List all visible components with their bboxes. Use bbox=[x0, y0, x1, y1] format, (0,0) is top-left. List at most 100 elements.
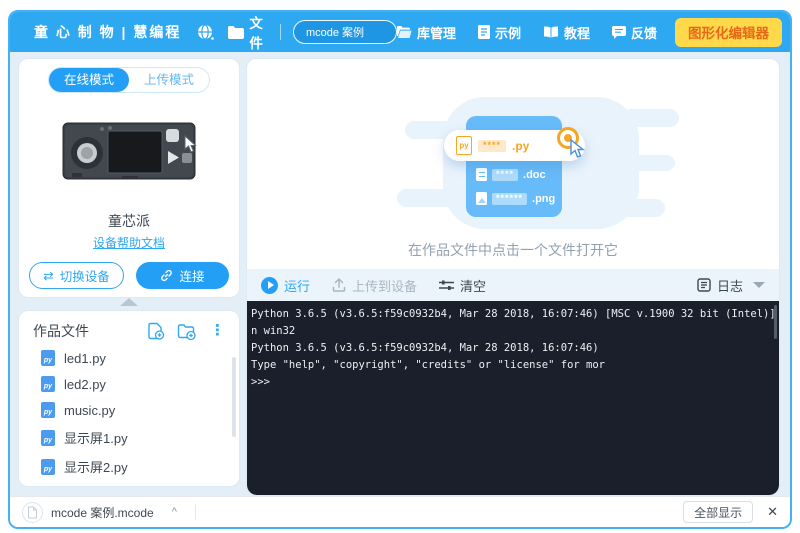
python-file-icon: py bbox=[41, 350, 55, 366]
empty-state-hint: 在作品文件中点击一个文件打开它 bbox=[247, 240, 779, 260]
book-icon bbox=[543, 26, 559, 39]
doc-label: .doc bbox=[523, 169, 546, 181]
console-collapse-caret-icon[interactable] bbox=[753, 282, 765, 288]
console-line: Python 3.6.5 (v3.6.5:f59c0932b4, Mar 28 … bbox=[251, 340, 779, 357]
tab-online-mode[interactable]: 在线模式 bbox=[49, 68, 129, 92]
open-file-name: mcode 案例.mcode bbox=[51, 504, 154, 521]
python-file-icon: py bbox=[41, 402, 55, 418]
open-file-chip[interactable]: mcode 案例.mcode bbox=[22, 502, 154, 523]
nav-tutorials[interactable]: 教程 bbox=[543, 23, 590, 42]
illustration-cursor-icon bbox=[569, 139, 585, 164]
files-scrollbar[interactable] bbox=[232, 357, 236, 437]
link-icon bbox=[160, 269, 173, 282]
console-toolbar: 运行 上传到设备 清空 日志 bbox=[247, 269, 779, 301]
nav-feedback-label: 反馈 bbox=[631, 23, 657, 42]
clear-icon bbox=[439, 279, 454, 291]
project-files-header: 作品文件 ⋮ bbox=[19, 311, 239, 345]
file-row[interactable]: py 显示屏1.py bbox=[19, 423, 239, 452]
clear-button[interactable]: 清空 bbox=[439, 276, 486, 295]
log-icon bbox=[697, 278, 711, 292]
nav-feedback[interactable]: 反馈 bbox=[612, 23, 657, 42]
cloud-blob bbox=[623, 109, 679, 127]
py-label: .py bbox=[512, 139, 529, 153]
tab-upload-mode[interactable]: 上传模式 bbox=[129, 68, 209, 92]
library-icon bbox=[397, 26, 412, 38]
py-badge: py bbox=[44, 407, 52, 418]
illustration-doc-row: **** .doc bbox=[476, 168, 546, 181]
cloud-blob bbox=[607, 199, 665, 217]
nav-library-label: 库管理 bbox=[417, 23, 456, 42]
python-file-icon: py bbox=[41, 459, 55, 475]
file-row[interactable]: py led1.py bbox=[19, 345, 239, 371]
console-line: n win32 bbox=[251, 323, 779, 340]
show-all-button[interactable]: 全部显示 bbox=[683, 501, 753, 523]
editor-panel: **** .doc ****** .png py **** .py 在作品文件中… bbox=[246, 58, 780, 496]
connect-button[interactable]: 连接 bbox=[136, 262, 229, 289]
examples-icon bbox=[478, 25, 490, 39]
file-row[interactable]: py 贪食蛇.py bbox=[19, 481, 239, 487]
panel-collapse-caret[interactable] bbox=[120, 298, 138, 306]
connect-label: 连接 bbox=[179, 266, 204, 285]
mode-tabs: 在线模式 上传模式 bbox=[48, 67, 210, 93]
upload-icon bbox=[332, 278, 346, 292]
files-menu-kebab-icon[interactable]: ⋮ bbox=[208, 324, 227, 338]
file-name: led2.py bbox=[64, 377, 106, 392]
graphical-editor-button[interactable]: 图形化编辑器 bbox=[675, 18, 782, 47]
console-output[interactable]: Python 3.6.5 (v3.6.5:f59c0932b4, Mar 28 … bbox=[247, 301, 779, 495]
folder-icon bbox=[228, 26, 244, 39]
switch-device-button[interactable]: ⇄ 切换设备 bbox=[29, 262, 124, 289]
feedback-icon bbox=[612, 26, 626, 39]
device-help-link[interactable]: 设备帮助文档 bbox=[19, 234, 239, 251]
files-actions: ⋮ bbox=[147, 322, 227, 340]
brand-logo: 童 心 制 物 | 慧编程 bbox=[34, 22, 181, 42]
log-label: 日志 bbox=[717, 276, 743, 295]
file-menu[interactable]: 文件 bbox=[228, 12, 268, 52]
python-file-icon: py bbox=[41, 430, 55, 446]
empty-state-stage: **** .doc ****** .png py **** .py 在作品文件中… bbox=[247, 59, 779, 269]
project-name-input[interactable] bbox=[293, 20, 397, 44]
py-badge: py bbox=[44, 435, 52, 446]
py-badge: py bbox=[44, 355, 52, 366]
nav-examples-label: 示例 bbox=[495, 23, 521, 42]
console-line: >>> bbox=[251, 374, 779, 391]
file-name: 显示屏2.py bbox=[64, 457, 128, 476]
play-icon bbox=[261, 277, 278, 294]
top-bar: 童 心 制 物 | 慧编程 文件 库管理 示例 bbox=[10, 12, 790, 52]
py-badge: py bbox=[44, 381, 52, 392]
file-row[interactable]: py 显示屏2.py bbox=[19, 452, 239, 481]
log-toggle[interactable]: 日志 bbox=[697, 276, 743, 295]
project-files-title: 作品文件 bbox=[33, 321, 89, 341]
topbar-nav: 库管理 示例 教程 反馈 bbox=[397, 23, 657, 42]
file-name: led1.py bbox=[64, 351, 106, 366]
cloud-blob bbox=[397, 189, 457, 207]
file-list: py led1.py py led2.py py music.py py 显示屏… bbox=[19, 345, 239, 487]
new-file-icon[interactable] bbox=[147, 322, 165, 340]
python-file-icon: py bbox=[41, 376, 55, 392]
clear-label: 清空 bbox=[460, 276, 486, 295]
illustration-png-row: ****** .png bbox=[476, 192, 555, 205]
file-menu-label: 文件 bbox=[249, 12, 268, 52]
project-files-panel: 作品文件 ⋮ py led1.py py led2.py py bbox=[18, 310, 240, 487]
close-icon[interactable]: ✕ bbox=[767, 504, 778, 520]
cloud-blob bbox=[631, 155, 675, 171]
file-chip-caret-icon[interactable]: ^ bbox=[172, 506, 177, 518]
file-row[interactable]: py music.py bbox=[19, 397, 239, 423]
doc-file-icon bbox=[476, 168, 487, 181]
file-row[interactable]: py led2.py bbox=[19, 371, 239, 397]
device-name: 童芯派 bbox=[19, 211, 239, 231]
run-button[interactable]: 运行 bbox=[261, 276, 310, 295]
upload-to-device-button[interactable]: 上传到设备 bbox=[332, 276, 417, 295]
py-file-icon: py bbox=[456, 136, 472, 155]
file-name: 贪食蛇.py bbox=[64, 486, 120, 487]
device-buttons: ⇄ 切换设备 连接 bbox=[19, 262, 239, 289]
bottom-bar: mcode 案例.mcode ^ 全部显示 ✕ bbox=[10, 496, 790, 527]
png-label: .png bbox=[532, 193, 555, 205]
nav-examples[interactable]: 示例 bbox=[478, 23, 521, 42]
nav-library[interactable]: 库管理 bbox=[397, 23, 456, 42]
device-panel: 在线模式 上传模式 童芯派 设备帮助文档 bbox=[18, 58, 240, 298]
console-scrollbar[interactable] bbox=[774, 305, 777, 339]
new-folder-icon[interactable] bbox=[177, 323, 196, 340]
language-globe-icon[interactable] bbox=[197, 24, 214, 41]
switch-device-label: 切换设备 bbox=[60, 266, 110, 285]
file-name: 显示屏1.py bbox=[64, 428, 128, 447]
